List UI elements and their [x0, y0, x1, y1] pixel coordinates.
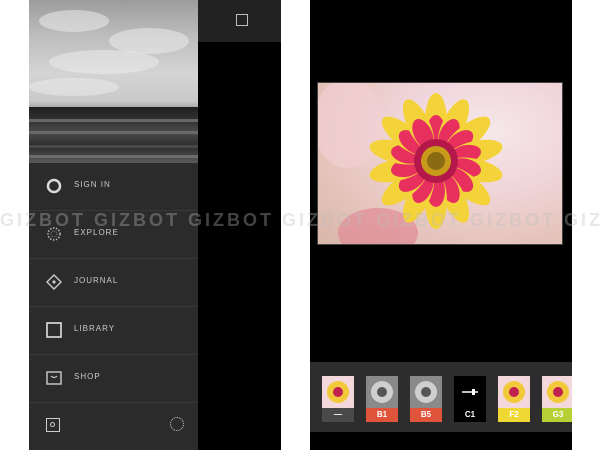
- filter-thumb-2[interactable]: B1: [366, 376, 398, 422]
- sea: [29, 107, 198, 163]
- square-icon: [46, 322, 62, 338]
- filter-preview: [322, 376, 354, 408]
- left-phone-screen: SIGN IN EXPLORE JOURNAL LIBRARY SHOP: [29, 0, 281, 450]
- menu-item-label: EXPLORE: [74, 228, 119, 237]
- menu-item-sign-in[interactable]: SIGN IN: [29, 163, 198, 211]
- hero-ocean-image: [29, 0, 198, 163]
- flower-illustration: [318, 83, 503, 244]
- menu-item-shop[interactable]: SHOP: [29, 355, 198, 403]
- menu-item-label: LIBRARY: [74, 324, 116, 333]
- menu-item-explore[interactable]: EXPLORE: [29, 211, 198, 259]
- top-strip: [198, 0, 281, 42]
- filter-label: F2: [498, 408, 530, 422]
- filter-thumb-1[interactable]: —: [322, 376, 354, 422]
- menu-item-label: SIGN IN: [74, 180, 111, 189]
- filter-strip: — B1 B5 C1 F2 G3: [310, 362, 572, 432]
- menu-item-label: SHOP: [74, 372, 101, 381]
- square-icon[interactable]: [236, 14, 248, 26]
- filter-thumb-6[interactable]: G3: [542, 376, 572, 422]
- filter-thumb-5[interactable]: F2: [498, 376, 530, 422]
- filter-label: —: [322, 408, 354, 422]
- right-phone-screen: — B1 B5 C1 F2 G3: [310, 0, 572, 450]
- spinner-icon[interactable]: [170, 417, 184, 431]
- filter-label: C1: [454, 408, 486, 422]
- filter-preview: [498, 376, 530, 408]
- flower-photo: [317, 82, 563, 245]
- filter-preview: [366, 376, 398, 408]
- filter-preview: [542, 376, 572, 408]
- filter-label: G3: [542, 408, 572, 422]
- diamond-icon: [46, 274, 62, 290]
- side-menu-panel: SIGN IN EXPLORE JOURNAL LIBRARY SHOP: [29, 0, 198, 450]
- filter-thumb-3[interactable]: B5: [410, 376, 442, 422]
- settings-icon[interactable]: [46, 418, 60, 432]
- shop-box-icon: [46, 370, 62, 386]
- dotted-circle-icon: [46, 226, 62, 242]
- circle-icon: [46, 178, 62, 194]
- menu-item-label: JOURNAL: [74, 276, 119, 285]
- filter-preview: [410, 376, 442, 408]
- filter-caret-icon: [438, 437, 448, 443]
- menu-item-journal[interactable]: JOURNAL: [29, 259, 198, 307]
- filter-preview: [454, 376, 486, 408]
- filter-thumb-4[interactable]: C1: [454, 376, 486, 422]
- filter-label: B1: [366, 408, 398, 422]
- filter-label: B5: [410, 408, 442, 422]
- menu-item-library[interactable]: LIBRARY: [29, 307, 198, 355]
